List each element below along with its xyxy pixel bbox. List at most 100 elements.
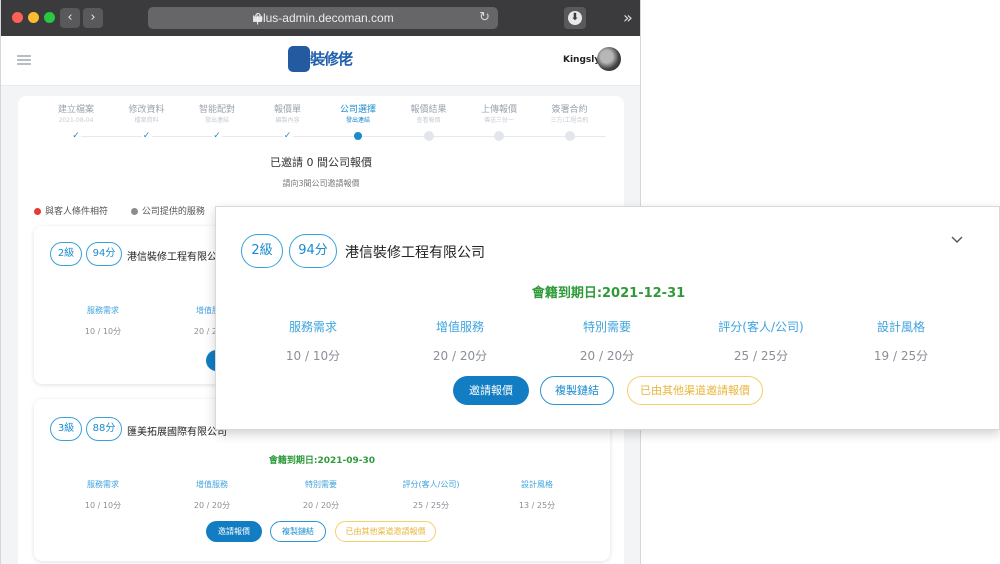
step-8[interactable]: 簽署合約三方/工程合約 <box>540 104 600 126</box>
step-2[interactable]: 修改資料 檔案資料 <box>117 104 177 126</box>
score-badge: 94分 <box>289 234 337 268</box>
legend-item-service: 公司提供的服務 <box>130 204 205 217</box>
invite-instruction: 請向3間公司邀請報價 <box>282 179 360 188</box>
metric-label: 服務需求 <box>87 306 119 315</box>
metric-label: 服務需求 <box>87 480 119 489</box>
legend-item-match: 與客人條件相符 <box>34 204 108 217</box>
metric-label: 設計風格 <box>521 480 553 489</box>
logo-text: 裝修佬 <box>310 50 353 68</box>
step-label: 修改資料 <box>128 105 165 115</box>
back-button[interactable]: ‹ <box>60 8 80 28</box>
copy-link-button[interactable]: 複製鏈結 <box>270 521 326 542</box>
step-sub-label: 查看報價 <box>416 117 441 124</box>
step-3[interactable]: 智能配對 發出連結 <box>187 104 247 126</box>
step-label: 報價單 <box>273 105 301 115</box>
metric-label: 評分(客人/公司) <box>718 320 804 334</box>
step-sub-label: 2021-08-04 <box>58 117 94 124</box>
invite-quote-button[interactable]: 邀請報價 <box>206 521 262 542</box>
step-sub-label: 傳送三份一 <box>483 117 514 124</box>
step-sub-label: 發出連結 <box>204 117 229 124</box>
metric-value: 25 / 25分 <box>733 349 789 363</box>
level-badge: 3級 <box>50 417 82 441</box>
check-icon: ✓ <box>71 131 81 141</box>
score-badge: 94分 <box>86 242 122 266</box>
metric-value: 13 / 25分 <box>518 501 556 510</box>
membership-expiry: 會籍到期日:2021-12-31 <box>531 286 686 301</box>
forward-button[interactable]: › <box>83 8 103 28</box>
maximize-window-button[interactable] <box>44 12 55 23</box>
red-dot-icon <box>34 208 41 215</box>
url-text: rplus-admin.decoman.com <box>252 11 394 25</box>
step-label: 建立檔案 <box>57 105 94 115</box>
step-label: 簽署合約 <box>551 105 588 115</box>
pending-step-dot <box>564 131 575 141</box>
user-name[interactable]: Kingsly <box>563 55 600 65</box>
metric-label: 評分(客人/公司) <box>402 480 460 489</box>
membership-expiry: 會籍到期日:2021-09-30 <box>268 456 376 466</box>
download-icon: ⬇ <box>568 11 582 25</box>
step-sub-label: 發出連結 <box>345 117 370 124</box>
metric-label: 服務需求 <box>288 320 337 334</box>
step-label: 上傳報價 <box>480 105 517 115</box>
pending-step-dot <box>494 131 504 141</box>
metric-value: 19 / 25分 <box>873 349 929 363</box>
step-sub-label: 編製內容 <box>275 117 300 124</box>
invited-other-channel-button[interactable]: 已由其他渠道邀請報價 <box>627 376 763 405</box>
metric-value: 20 / 20分 <box>579 349 635 363</box>
invite-count-title: 已邀請 0 間公司報價 <box>270 156 372 169</box>
level-badge: 2級 <box>50 242 82 266</box>
score-badge: 88分 <box>86 417 122 441</box>
metric-label: 設計風格 <box>876 320 925 334</box>
step-5[interactable]: 公司選擇 發出連結 <box>328 104 388 126</box>
level-badge: 2級 <box>241 234 283 268</box>
menu-icon[interactable] <box>17 55 31 65</box>
invited-other-channel-button[interactable]: 已由其他渠道邀請報價 <box>335 521 436 542</box>
legend: 與客人條件相符 公司提供的服務 <box>34 204 225 217</box>
company-name[interactable]: 匯美拓展國際有限公司 <box>127 423 227 438</box>
grey-dot-icon <box>130 208 138 215</box>
brand-logo[interactable]: 裝修佬 <box>288 46 356 76</box>
step-sub-label: 檔案資料 <box>134 117 159 124</box>
app-header: 裝修佬 Kingsly <box>1 36 640 86</box>
metric-label: 增值服務 <box>435 320 484 334</box>
legend-label: 公司提供的服務 <box>141 207 205 217</box>
invite-quote-button[interactable]: 邀請報價 <box>453 376 529 405</box>
step-1[interactable]: 建立檔案 2021-08-04 <box>46 104 106 126</box>
metric-label: 增值服務 <box>196 480 228 489</box>
step-label: 報價結果 <box>410 105 447 115</box>
browser-toolbar: ‹ › rplus-admin.decoman.com ↻ ⬇ » <box>1 0 640 36</box>
avatar[interactable] <box>597 47 621 71</box>
step-6[interactable]: 報價結果 查看報價 <box>399 104 459 126</box>
minimize-window-button[interactable] <box>28 12 39 23</box>
legend-label: 與客人條件相符 <box>45 207 109 217</box>
metric-value: 10 / 10分 <box>84 327 122 336</box>
metric-value: 20 / 20分 <box>302 501 340 510</box>
check-icon: ✓ <box>141 131 152 141</box>
more-tabs-icon[interactable]: » <box>623 8 633 27</box>
current-step-dot <box>354 132 362 140</box>
metric-value: 20 / 20分 <box>432 349 488 363</box>
metric-value: 10 / 10分 <box>84 501 122 510</box>
company-name[interactable]: 港信裝修工程有限公司 <box>127 248 227 263</box>
metric-value: 20 / 20分 <box>193 501 231 510</box>
address-bar[interactable]: rplus-admin.decoman.com ↻ <box>148 7 498 29</box>
step-label: 智能配對 <box>198 105 235 115</box>
metric-label: 特別需要 <box>305 480 337 489</box>
check-icon: ✓ <box>282 131 293 141</box>
metric-value: 25 / 25分 <box>412 501 450 510</box>
reload-icon[interactable]: ↻ <box>479 10 490 25</box>
step-4[interactable]: 報價單 編製內容 <box>258 104 318 126</box>
pending-step-dot <box>423 131 434 141</box>
metric-value: 10 / 10分 <box>285 349 341 363</box>
chevron-down-icon[interactable] <box>951 233 963 245</box>
step-sub-label: 三方/工程合約 <box>550 117 589 124</box>
copy-link-button[interactable]: 複製鏈結 <box>540 376 614 405</box>
zoomed-company-card: 2級 94分 港信裝修工程有限公司 會籍到期日:2021-12-31 服務需求 … <box>215 206 1000 430</box>
close-window-button[interactable] <box>12 12 23 23</box>
metric-label: 特別需要 <box>582 320 631 334</box>
company-name[interactable]: 港信裝修工程有限公司 <box>345 242 485 262</box>
step-7[interactable]: 上傳報價 傳送三份一 <box>469 104 529 126</box>
check-icon: ✓ <box>212 131 222 141</box>
logo-mascot <box>288 46 310 72</box>
download-button[interactable]: ⬇ <box>564 7 586 29</box>
